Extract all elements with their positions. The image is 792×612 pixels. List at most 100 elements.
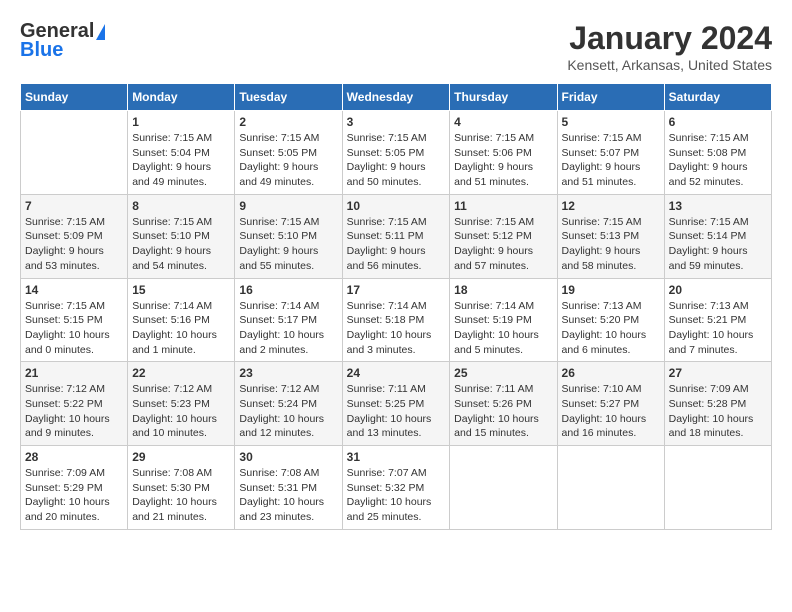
day-number: 17 <box>347 283 446 297</box>
logo: General Blue <box>20 20 105 62</box>
calendar-cell: 4 Sunrise: 7:15 AM Sunset: 5:06 PM Daylig… <box>450 111 557 195</box>
calendar-cell: 26 Sunrise: 7:10 AM Sunset: 5:27 PM Dayli… <box>557 362 664 446</box>
day-number: 9 <box>239 199 337 213</box>
day-number: 21 <box>25 366 123 380</box>
day-number: 8 <box>132 199 230 213</box>
calendar-cell: 3Sunrise: 7:15 AM Sunset: 5:05 PM Daylig… <box>342 111 450 195</box>
calendar-cell: 1 Sunrise: 7:15 AM Sunset: 5:04 PM Daylig… <box>128 111 235 195</box>
header: General Blue January 2024 Kensett, Arkan… <box>20 20 772 73</box>
calendar-cell: 11 Sunrise: 7:15 AM Sunset: 5:12 PM Dayli… <box>450 194 557 278</box>
day-info: Sunrise: 7:07 AM Sunset: 5:32 PM Dayligh… <box>347 466 446 525</box>
day-number: 26 <box>562 366 660 380</box>
day-number: 1 <box>132 115 230 129</box>
calendar-cell: 18 Sunrise: 7:14 AM Sunset: 5:19 PM Dayli… <box>450 278 557 362</box>
day-info: Sunrise: 7:08 AM Sunset: 5:30 PM Dayligh… <box>132 466 230 525</box>
day-number: 12 <box>562 199 660 213</box>
calendar-cell: 29 Sunrise: 7:08 AM Sunset: 5:30 PM Dayli… <box>128 446 235 530</box>
day-info: Sunrise: 7:14 AM Sunset: 5:19 PM Dayligh… <box>454 299 552 358</box>
day-number: 31 <box>347 450 446 464</box>
day-info: Sunrise: 7:15 AM Sunset: 5:06 PM Dayligh… <box>454 131 552 190</box>
day-info: Sunrise: 7:15 AM Sunset: 5:10 PM Dayligh… <box>239 215 337 274</box>
day-info: Sunrise: 7:15 AM Sunset: 5:12 PM Dayligh… <box>454 215 552 274</box>
day-info: Sunrise: 7:12 AM Sunset: 5:24 PM Dayligh… <box>239 382 337 441</box>
day-number: 7 <box>25 199 123 213</box>
day-info: Sunrise: 7:15 AM Sunset: 5:05 PM Dayligh… <box>347 131 446 190</box>
day-info: Sunrise: 7:15 AM Sunset: 5:15 PM Dayligh… <box>25 299 123 358</box>
calendar-cell: 12Sunrise: 7:15 AM Sunset: 5:13 PM Dayli… <box>557 194 664 278</box>
day-number: 11 <box>454 199 552 213</box>
day-number: 13 <box>669 199 767 213</box>
calendar-cell <box>557 446 664 530</box>
day-number: 6 <box>669 115 767 129</box>
calendar-cell: 21 Sunrise: 7:12 AM Sunset: 5:22 PM Dayli… <box>21 362 128 446</box>
week-row-3: 14 Sunrise: 7:15 AM Sunset: 5:15 PM Dayli… <box>21 278 772 362</box>
day-info: Sunrise: 7:15 AM Sunset: 5:05 PM Dayligh… <box>239 131 337 190</box>
weekday-header-friday: Friday <box>557 84 664 111</box>
day-number: 20 <box>669 283 767 297</box>
day-info: Sunrise: 7:08 AM Sunset: 5:31 PM Dayligh… <box>239 466 337 525</box>
weekday-header-wednesday: Wednesday <box>342 84 450 111</box>
day-info: Sunrise: 7:13 AM Sunset: 5:20 PM Dayligh… <box>562 299 660 358</box>
day-info: Sunrise: 7:15 AM Sunset: 5:08 PM Dayligh… <box>669 131 767 190</box>
calendar-cell: 8 Sunrise: 7:15 AM Sunset: 5:10 PM Daylig… <box>128 194 235 278</box>
day-number: 18 <box>454 283 552 297</box>
weekday-header-saturday: Saturday <box>664 84 771 111</box>
calendar-cell: 13Sunrise: 7:15 AM Sunset: 5:14 PM Dayli… <box>664 194 771 278</box>
weekday-header-tuesday: Tuesday <box>235 84 342 111</box>
day-number: 25 <box>454 366 552 380</box>
day-number: 4 <box>454 115 552 129</box>
day-info: Sunrise: 7:10 AM Sunset: 5:27 PM Dayligh… <box>562 382 660 441</box>
day-number: 29 <box>132 450 230 464</box>
weekday-header-sunday: Sunday <box>21 84 128 111</box>
calendar-cell: 7 Sunrise: 7:15 AM Sunset: 5:09 PM Daylig… <box>21 194 128 278</box>
day-number: 30 <box>239 450 337 464</box>
day-info: Sunrise: 7:13 AM Sunset: 5:21 PM Dayligh… <box>669 299 767 358</box>
calendar-cell: 30 Sunrise: 7:08 AM Sunset: 5:31 PM Dayli… <box>235 446 342 530</box>
day-info: Sunrise: 7:12 AM Sunset: 5:23 PM Dayligh… <box>132 382 230 441</box>
day-info: Sunrise: 7:11 AM Sunset: 5:26 PM Dayligh… <box>454 382 552 441</box>
calendar-cell: 19 Sunrise: 7:13 AM Sunset: 5:20 PM Dayli… <box>557 278 664 362</box>
weekday-header-monday: Monday <box>128 84 235 111</box>
weekday-header-row: SundayMondayTuesdayWednesdayThursdayFrid… <box>21 84 772 111</box>
day-info: Sunrise: 7:15 AM Sunset: 5:04 PM Dayligh… <box>132 131 230 190</box>
location: Kensett, Arkansas, United States <box>567 57 772 73</box>
day-info: Sunrise: 7:12 AM Sunset: 5:22 PM Dayligh… <box>25 382 123 441</box>
day-number: 27 <box>669 366 767 380</box>
day-info: Sunrise: 7:15 AM Sunset: 5:10 PM Dayligh… <box>132 215 230 274</box>
day-info: Sunrise: 7:09 AM Sunset: 5:29 PM Dayligh… <box>25 466 123 525</box>
calendar-cell: 20 Sunrise: 7:13 AM Sunset: 5:21 PM Dayli… <box>664 278 771 362</box>
day-number: 2 <box>239 115 337 129</box>
day-number: 5 <box>562 115 660 129</box>
month-title: January 2024 <box>567 20 772 57</box>
calendar-body: 1 Sunrise: 7:15 AM Sunset: 5:04 PM Daylig… <box>21 111 772 530</box>
day-number: 10 <box>347 199 446 213</box>
calendar-cell: 2 Sunrise: 7:15 AM Sunset: 5:05 PM Daylig… <box>235 111 342 195</box>
calendar-cell <box>664 446 771 530</box>
calendar-cell: 14 Sunrise: 7:15 AM Sunset: 5:15 PM Dayli… <box>21 278 128 362</box>
calendar-cell: 31 Sunrise: 7:07 AM Sunset: 5:32 PM Dayli… <box>342 446 450 530</box>
calendar-cell: 28Sunrise: 7:09 AM Sunset: 5:29 PM Dayli… <box>21 446 128 530</box>
day-number: 14 <box>25 283 123 297</box>
day-info: Sunrise: 7:15 AM Sunset: 5:11 PM Dayligh… <box>347 215 446 274</box>
day-number: 19 <box>562 283 660 297</box>
calendar-cell: 23Sunrise: 7:12 AM Sunset: 5:24 PM Dayli… <box>235 362 342 446</box>
day-info: Sunrise: 7:14 AM Sunset: 5:16 PM Dayligh… <box>132 299 230 358</box>
day-number: 22 <box>132 366 230 380</box>
calendar-cell: 6 Sunrise: 7:15 AM Sunset: 5:08 PM Daylig… <box>664 111 771 195</box>
calendar-cell: 24 Sunrise: 7:11 AM Sunset: 5:25 PM Dayli… <box>342 362 450 446</box>
calendar-cell: 16 Sunrise: 7:14 AM Sunset: 5:17 PM Dayli… <box>235 278 342 362</box>
calendar-cell: 17Sunrise: 7:14 AM Sunset: 5:18 PM Dayli… <box>342 278 450 362</box>
calendar-cell: 10 Sunrise: 7:15 AM Sunset: 5:11 PM Dayli… <box>342 194 450 278</box>
calendar-cell: 15Sunrise: 7:14 AM Sunset: 5:16 PM Dayli… <box>128 278 235 362</box>
week-row-2: 7 Sunrise: 7:15 AM Sunset: 5:09 PM Daylig… <box>21 194 772 278</box>
day-info: Sunrise: 7:11 AM Sunset: 5:25 PM Dayligh… <box>347 382 446 441</box>
calendar-cell: 5Sunrise: 7:15 AM Sunset: 5:07 PM Daylig… <box>557 111 664 195</box>
day-number: 16 <box>239 283 337 297</box>
calendar-cell: 27 Sunrise: 7:09 AM Sunset: 5:28 PM Dayli… <box>664 362 771 446</box>
day-info: Sunrise: 7:14 AM Sunset: 5:17 PM Dayligh… <box>239 299 337 358</box>
week-row-5: 28Sunrise: 7:09 AM Sunset: 5:29 PM Dayli… <box>21 446 772 530</box>
day-number: 24 <box>347 366 446 380</box>
day-info: Sunrise: 7:15 AM Sunset: 5:09 PM Dayligh… <box>25 215 123 274</box>
day-info: Sunrise: 7:09 AM Sunset: 5:28 PM Dayligh… <box>669 382 767 441</box>
calendar-cell: 9 Sunrise: 7:15 AM Sunset: 5:10 PM Daylig… <box>235 194 342 278</box>
